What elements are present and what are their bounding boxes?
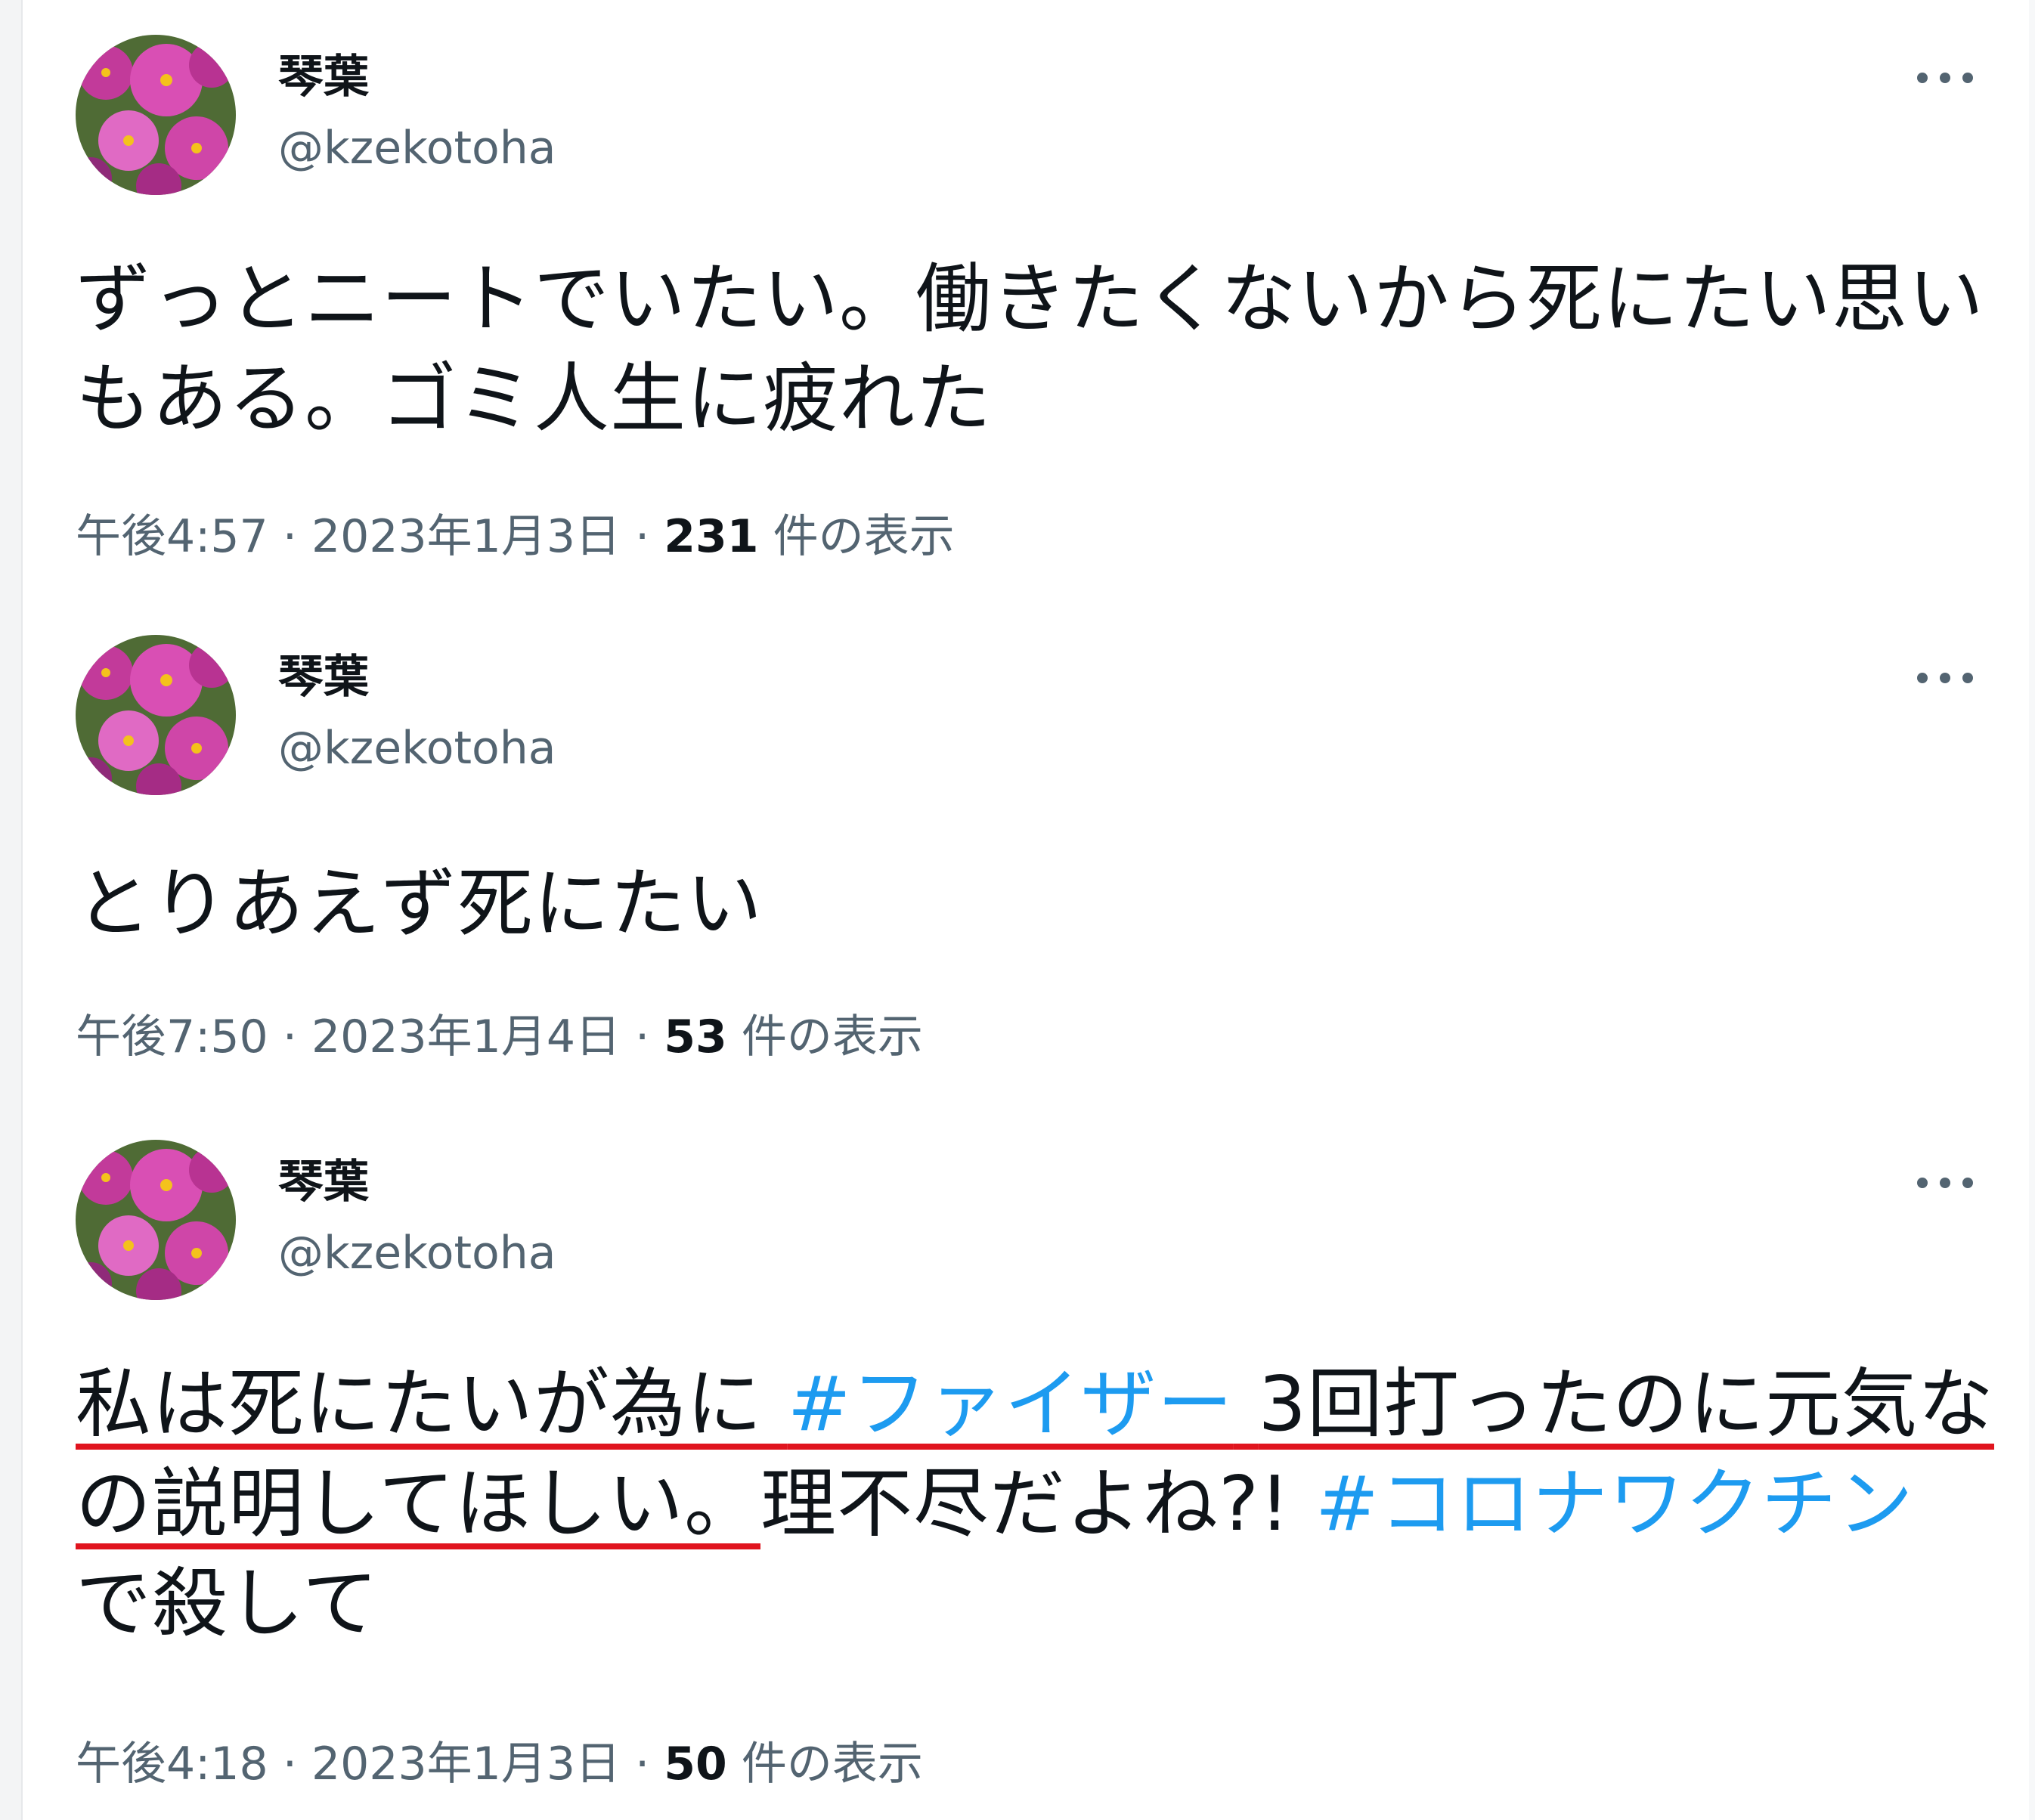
view-label: 件の表示 — [741, 1011, 923, 1063]
user-handle[interactable]: @kzekotoha — [278, 125, 556, 171]
tweet-time[interactable]: 午後7:50 — [76, 1011, 268, 1063]
separator: · — [635, 510, 650, 563]
more-horizontal-icon[interactable] — [1911, 1172, 1979, 1194]
separator: · — [635, 1011, 650, 1063]
avatar[interactable] — [76, 35, 236, 195]
hashtag-link-covid-vaccine[interactable]: #コロナワクチン — [1315, 1459, 1914, 1548]
text-segment: で殺して — [76, 1559, 379, 1648]
display-name[interactable]: 琴葉 — [278, 655, 369, 700]
separator: · — [282, 510, 297, 563]
tweet-meta: 午後4:18 · 2023年1月3日 · 50 件の表示 — [76, 1741, 923, 1787]
view-label: 件の表示 — [773, 510, 955, 563]
left-panel-edge — [0, 0, 23, 1820]
separator: · — [282, 1011, 297, 1063]
display-name[interactable]: 琴葉 — [278, 1159, 369, 1205]
tweet-meta: 午後7:50 · 2023年1月4日 · 53 件の表示 — [76, 1014, 923, 1060]
avatar[interactable] — [76, 1140, 236, 1300]
user-handle[interactable]: @kzekotoha — [278, 1230, 556, 1276]
tweet-meta: 午後4:57 · 2023年1月3日 · 231 件の表示 — [76, 514, 955, 559]
separator: · — [282, 1738, 297, 1791]
right-panel-edge — [2029, 0, 2035, 1820]
cosmos-flower-avatar-icon — [76, 35, 236, 195]
tweet-text: ずっとニートでいたい。働きたくないから死にたい思いもある。ゴミ人生に疲れた — [76, 255, 1984, 443]
cosmos-flower-avatar-icon — [76, 1140, 236, 1300]
tweet-date[interactable]: 2023年1月3日 — [311, 510, 621, 563]
view-count: 53 — [664, 1011, 727, 1063]
more-horizontal-icon[interactable] — [1911, 667, 1979, 689]
tweet-date[interactable]: 2023年1月3日 — [311, 1738, 621, 1791]
text-segment: 私は死にたいが為に — [76, 1360, 763, 1448]
tweet-2[interactable]: 琴葉 @kzekotoha とりあえず死にたい 午後7:50 · 2023年1月… — [21, 590, 2029, 1088]
avatar[interactable] — [76, 635, 236, 795]
tweet-3[interactable]: 琴葉 @kzekotoha 私は死にたいが為に #ファイザー 3回打ったのに元気… — [21, 1088, 2029, 1820]
tweet-text: 私は死にたいが為に #ファイザー 3回打ったのに元気なの説明してほしい。理不尽だ… — [76, 1354, 1996, 1654]
view-label: 件の表示 — [741, 1738, 923, 1791]
view-count: 231 — [664, 510, 759, 563]
cosmos-flower-avatar-icon — [76, 635, 236, 795]
tweet-text: とりあえず死にたい — [76, 859, 763, 948]
tweet-date[interactable]: 2023年1月4日 — [311, 1011, 621, 1063]
separator: · — [635, 1738, 650, 1791]
tweet-1[interactable]: 琴葉 @kzekotoha ずっとニートでいたい。働きたくないから死にたい思いも… — [21, 0, 2029, 590]
display-name[interactable]: 琴葉 — [278, 54, 369, 100]
hashtag-link-pfizer[interactable]: #ファイザー — [788, 1360, 1234, 1448]
user-handle[interactable]: @kzekotoha — [278, 726, 556, 771]
tweet-time[interactable]: 午後4:57 — [76, 510, 268, 563]
view-count: 50 — [664, 1738, 727, 1791]
more-horizontal-icon[interactable] — [1911, 67, 1979, 89]
tweet-time[interactable]: 午後4:18 — [76, 1738, 268, 1791]
text-segment: 理不尽だよね?! — [760, 1459, 1291, 1548]
